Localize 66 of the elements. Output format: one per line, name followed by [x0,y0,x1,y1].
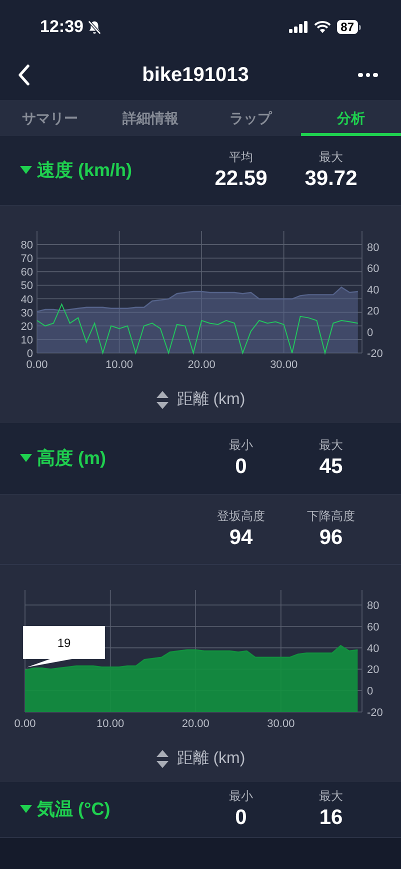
axis-tick-label: 80 [367,242,380,254]
axis-tick-label: 30 [20,307,33,320]
status-time: 12:39 [40,16,84,38]
axis-tick-label: 0 [26,348,33,360]
stat-label: 最大 [319,788,343,804]
axis-tick-label: 40 [367,642,380,655]
tab[interactable]: 詳細情報 [100,100,200,136]
stat-value: 16 [319,804,343,830]
axis-tick-label: 60 [20,266,33,279]
stat-value: 0 [235,804,247,830]
battery-level: 87 [336,20,358,34]
tab[interactable]: ラップ [200,100,301,136]
sort-icon[interactable] [156,749,169,769]
tab[interactable]: サマリー [0,100,100,136]
stat-label: 登坂高度 [217,508,265,524]
metric-toggle[interactable]: 気温 (°C) [20,796,110,823]
axis-tick-label: 30.00 [267,718,295,730]
axis-title[interactable]: 距離 (km) [176,747,246,771]
sort-icon[interactable] [156,390,169,410]
stat-value: 96 [319,524,343,550]
axis-tick-label: 40 [367,284,380,296]
triangle-down-icon [20,166,32,175]
metric-toggle[interactable]: 速度 (km/h) [20,157,132,184]
triangle-down-icon [20,805,32,814]
axis-tick-label: 60 [367,621,380,634]
axis-tick-label: 20 [20,320,33,333]
triangle-down-icon [20,454,32,463]
stat-value: 39.72 [304,166,358,192]
stat-label: 最小 [229,436,253,452]
axis-tick-label: -20 [367,707,383,719]
axis-tick-label: 0.00 [26,359,48,371]
value-tooltip: 19 [23,626,105,668]
stat-value: 22.59 [214,166,268,192]
axis-tick-label: 80 [367,600,380,612]
axis-tick-label: 80 [20,240,33,252]
stat-label: 最大 [319,148,343,164]
chevron-left-icon [17,64,31,86]
bell-slash-icon [87,20,102,34]
axis-tick-label: 10.00 [106,359,134,371]
axis-tick-label: 0.00 [14,718,36,730]
axis-tick-label: 60 [367,263,380,276]
stat-value: 94 [229,524,253,550]
axis-tick-label: 70 [20,253,33,266]
stat-label: 最大 [319,436,343,452]
axis-tick-label: 10 [20,334,33,346]
axis-tick-label: 20 [367,306,380,318]
axis-tick-label: 50 [20,280,33,292]
stat-value: 45 [319,454,343,480]
wifi-icon [314,21,331,33]
axis-tick-label: 30.00 [270,359,298,371]
page-title: bike191013 [142,63,249,88]
axis-tick-label: 0 [367,326,374,339]
stat-label: 平均 [229,148,253,164]
axis-tick-label: 20.00 [182,718,210,730]
axis-tick-label: 20.00 [188,359,216,371]
metric-toggle[interactable]: 高度 (m) [20,445,106,472]
axis-tick-label: 0 [367,686,374,698]
axis-title[interactable]: 距離 (km) [176,388,246,412]
stat-label: 下降高度 [307,508,355,524]
axis-tick-label: 20 [367,664,380,676]
signal-icon [288,21,308,33]
axis-tick-label: -20 [367,348,383,360]
stat-value: 0 [235,454,247,480]
axis-tick-label: 40 [20,294,33,306]
stat-label: 最小 [229,788,253,804]
axis-tick-label: 10.00 [96,718,124,730]
